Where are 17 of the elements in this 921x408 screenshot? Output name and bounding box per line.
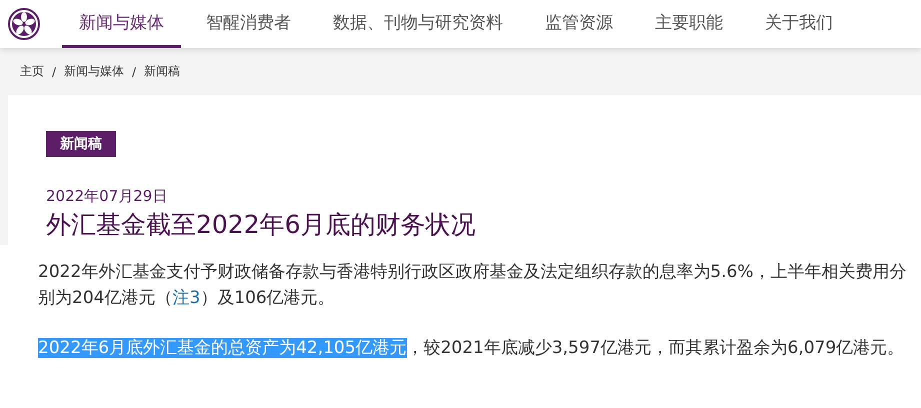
breadcrumb-separator: / — [132, 64, 136, 78]
article-date: 2022年07月29日 — [46, 187, 168, 206]
breadcrumb-link[interactable]: 新闻稿 — [144, 63, 180, 80]
nav-tab[interactable]: 数据、刊物与研究资料 — [316, 0, 520, 48]
nav-tab[interactable]: 智醒消费者 — [189, 0, 308, 48]
nav-tab[interactable]: 主要职能 — [638, 0, 740, 48]
nav-tab[interactable]: 监管资源 — [528, 0, 630, 48]
breadcrumb-link[interactable]: 新闻与媒体 — [64, 63, 124, 80]
note-link[interactable]: 注3 — [172, 288, 200, 308]
category-tag: 新闻稿 — [46, 131, 116, 157]
breadcrumb-separator: / — [52, 64, 56, 78]
breadcrumb-link[interactable]: 主页 — [20, 63, 44, 80]
article-paragraph: 2022年6月底外汇基金的总资产为42,105亿港元，较2021年底减少3,597亿港元，而其累计盈余为6,079亿港元。 — [38, 337, 906, 360]
nav-tab[interactable]: 关于我们 — [748, 0, 850, 48]
flower-logo-icon[interactable] — [8, 8, 40, 40]
article-title: 外汇基金截至2022年6月底的财务状况 — [46, 209, 476, 241]
article-paragraph: 2022年外汇基金支付予财政储备存款与香港特别行政区政府基金及法定组织存款的息率为5.6%，上半年相关费用分别为204亿港元（注3）及106亿港元。 — [38, 261, 907, 310]
